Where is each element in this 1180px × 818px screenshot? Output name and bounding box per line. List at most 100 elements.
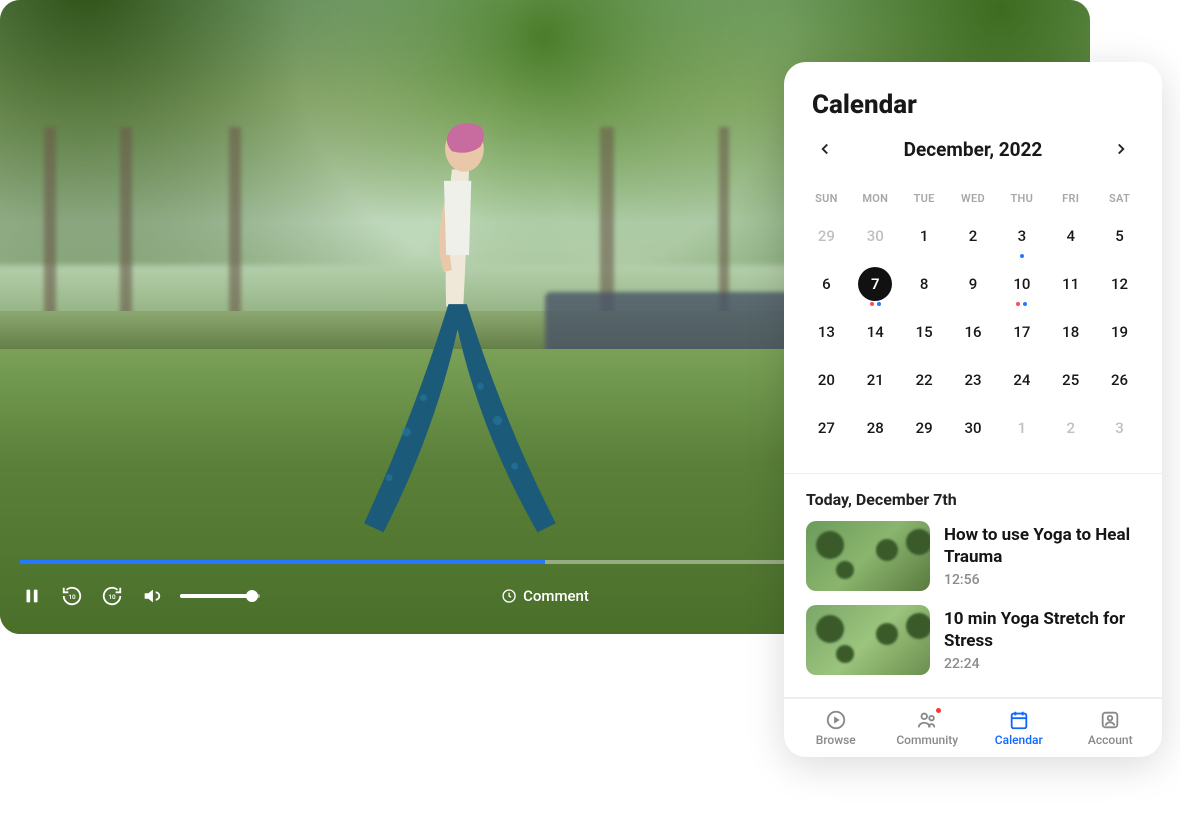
- calendar-day[interactable]: 2: [1046, 407, 1095, 455]
- nav-label: Calendar: [995, 733, 1043, 747]
- calendar-day[interactable]: 28: [851, 407, 900, 455]
- chevron-right-icon: [1112, 140, 1130, 158]
- svg-text:10: 10: [68, 593, 76, 601]
- calendar-panel: Calendar December, 2022 SUNMONTUEWEDTHUF…: [784, 62, 1162, 757]
- calendar-day-number: 12: [1103, 267, 1137, 301]
- calendar-day-number: 4: [1054, 219, 1088, 253]
- calendar-grid: SUNMONTUEWEDTHUFRISAT 293012345678910111…: [784, 174, 1162, 473]
- nav-label: Account: [1088, 733, 1133, 747]
- calendar-day[interactable]: 30: [949, 407, 998, 455]
- event-thumbnail: [806, 605, 930, 675]
- notification-dot: [935, 707, 942, 714]
- calendar-day[interactable]: 29: [900, 407, 949, 455]
- calendar-day[interactable]: 4: [1046, 215, 1095, 263]
- rewind-10-button[interactable]: 10: [60, 584, 84, 608]
- calendar-day[interactable]: 3: [1095, 407, 1144, 455]
- calendar-day[interactable]: 17: [997, 311, 1046, 359]
- calendar-day[interactable]: 29: [802, 215, 851, 263]
- calendar-day-number: 2: [956, 219, 990, 253]
- event-time: 22:24: [944, 656, 1140, 672]
- next-month-button[interactable]: [1108, 136, 1134, 162]
- event-time: 12:56: [944, 572, 1140, 588]
- event-dot: [1023, 302, 1027, 306]
- volume-slider[interactable]: [180, 594, 260, 598]
- nav-community[interactable]: Community: [890, 709, 964, 747]
- calendar-dow: SUN: [802, 182, 851, 215]
- calendar-day-number: 25: [1054, 363, 1088, 397]
- calendar-day[interactable]: 25: [1046, 359, 1095, 407]
- event-title: 10 min Yoga Stretch for Stress: [944, 608, 1140, 652]
- event-item[interactable]: 10 min Yoga Stretch for Stress 22:24: [806, 605, 1140, 675]
- calendar-day-number: 16: [956, 315, 990, 349]
- calendar-day[interactable]: 23: [949, 359, 998, 407]
- comment-button[interactable]: Comment: [501, 587, 589, 605]
- nav-browse[interactable]: Browse: [799, 709, 873, 747]
- calendar-day-number: 22: [907, 363, 941, 397]
- calendar-day-number: 5: [1103, 219, 1137, 253]
- calendar-day[interactable]: 6: [802, 263, 851, 311]
- calendar-day[interactable]: 20: [802, 359, 851, 407]
- calendar-day-number: 11: [1054, 267, 1088, 301]
- browse-icon: [825, 709, 847, 731]
- calendar-day[interactable]: 9: [949, 263, 998, 311]
- calendar-day-number: 17: [1005, 315, 1039, 349]
- calendar-day-number: 24: [1005, 363, 1039, 397]
- calendar-day[interactable]: 5: [1095, 215, 1144, 263]
- calendar-day[interactable]: 13: [802, 311, 851, 359]
- volume-button[interactable]: [140, 584, 164, 608]
- calendar-day[interactable]: 8: [900, 263, 949, 311]
- nav-calendar[interactable]: Calendar: [982, 709, 1056, 747]
- calendar-day[interactable]: 18: [1046, 311, 1095, 359]
- event-dot: [877, 302, 881, 306]
- calendar-day[interactable]: 19: [1095, 311, 1144, 359]
- pause-button[interactable]: [20, 584, 44, 608]
- calendar-day-number: 14: [858, 315, 892, 349]
- calendar-day-number: 30: [956, 411, 990, 445]
- calendar-day[interactable]: 27: [802, 407, 851, 455]
- calendar-day[interactable]: 11: [1046, 263, 1095, 311]
- calendar-day-number: 29: [809, 219, 843, 253]
- calendar-day-number: 3: [1005, 219, 1039, 253]
- calendar-day-number: 26: [1103, 363, 1137, 397]
- calendar-day-number: 29: [907, 411, 941, 445]
- calendar-day[interactable]: 1: [900, 215, 949, 263]
- calendar-day-number: 19: [1103, 315, 1137, 349]
- calendar-day[interactable]: 30: [851, 215, 900, 263]
- forward-10-button[interactable]: 10: [100, 584, 124, 608]
- event-title: How to use Yoga to Heal Trauma: [944, 524, 1140, 568]
- calendar-day[interactable]: 21: [851, 359, 900, 407]
- calendar-day-number: 27: [809, 411, 843, 445]
- nav-label: Browse: [816, 733, 856, 747]
- calendar-day[interactable]: 22: [900, 359, 949, 407]
- nav-account[interactable]: Account: [1073, 709, 1147, 747]
- calendar-day[interactable]: 15: [900, 311, 949, 359]
- calendar-day-number: 23: [956, 363, 990, 397]
- bottom-nav: Browse Community Calendar Account: [784, 698, 1162, 753]
- calendar-day[interactable]: 24: [997, 359, 1046, 407]
- calendar-icon: [1008, 709, 1030, 731]
- calendar-day-number: 1: [1005, 411, 1039, 445]
- event-item[interactable]: How to use Yoga to Heal Trauma 12:56: [806, 521, 1140, 591]
- calendar-day[interactable]: 14: [851, 311, 900, 359]
- event-thumbnail: [806, 521, 930, 591]
- nav-label: Community: [896, 733, 958, 747]
- video-subject-yoga: [305, 101, 610, 557]
- calendar-day[interactable]: 12: [1095, 263, 1144, 311]
- calendar-day-number: 8: [907, 267, 941, 301]
- event-dot: [1020, 254, 1024, 258]
- calendar-day-number: 18: [1054, 315, 1088, 349]
- calendar-day[interactable]: 1: [997, 407, 1046, 455]
- calendar-day[interactable]: 10: [997, 263, 1046, 311]
- calendar-day-number: 9: [956, 267, 990, 301]
- calendar-day[interactable]: 16: [949, 311, 998, 359]
- calendar-day[interactable]: 7: [851, 263, 900, 311]
- events-section: Today, December 7th How to use Yoga to H…: [784, 474, 1162, 697]
- calendar-day-number: 6: [809, 267, 843, 301]
- calendar-day[interactable]: 26: [1095, 359, 1144, 407]
- calendar-day[interactable]: 3: [997, 215, 1046, 263]
- event-dot: [1016, 302, 1020, 306]
- calendar-day[interactable]: 2: [949, 215, 998, 263]
- prev-month-button[interactable]: [812, 136, 838, 162]
- progress-fill: [20, 560, 545, 564]
- calendar-title: Calendar: [812, 90, 1134, 120]
